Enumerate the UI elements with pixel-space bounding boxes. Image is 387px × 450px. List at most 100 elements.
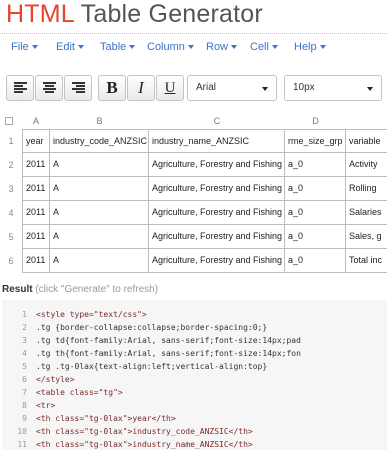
table-row: 3 2011 A Agriculture, Forestry and Fishi… xyxy=(0,177,387,201)
line-number: 11 xyxy=(17,440,27,449)
italic-button[interactable]: I xyxy=(127,75,155,101)
line-number: 4 xyxy=(22,349,27,358)
table-cell[interactable]: a_0 xyxy=(285,249,346,273)
table-cell[interactable]: Agriculture, Forestry and Fishing xyxy=(149,249,285,273)
code-text: .tg th{font-family:Arial, sans-serif;fon… xyxy=(36,349,301,358)
row-number[interactable]: 2 xyxy=(0,153,22,177)
table-cell[interactable]: A xyxy=(50,249,149,273)
menu-row[interactable]: Row xyxy=(206,41,238,53)
table-cell[interactable]: Agriculture, Forestry and Fishing xyxy=(149,201,285,225)
dropdown-arrow-icon xyxy=(262,87,268,91)
table-cell[interactable]: A xyxy=(50,225,149,249)
line-number: 7 xyxy=(22,388,27,397)
table-cell[interactable]: a_0 xyxy=(285,225,346,249)
menu-file-label: File xyxy=(11,41,29,53)
caret-down-icon xyxy=(319,45,326,50)
table-cell[interactable]: 2011 xyxy=(22,153,50,177)
underline-button[interactable]: U xyxy=(156,75,184,101)
bold-button[interactable]: B xyxy=(98,75,126,101)
code-text: .tg td{font-family:Arial, sans-serif;fon… xyxy=(36,336,301,345)
font-family-value: Arial xyxy=(196,82,217,93)
italic-icon: I xyxy=(138,78,144,97)
table-cell[interactable]: variable xyxy=(346,129,387,153)
page-title: HTML Table Generator xyxy=(6,0,263,29)
column-header-b[interactable]: B xyxy=(50,113,149,129)
table-row: 2 2011 A Agriculture, Forestry and Fishi… xyxy=(0,153,387,177)
table-cell[interactable]: A xyxy=(50,201,149,225)
select-all-checkbox[interactable] xyxy=(5,117,13,125)
menu-row-label: Row xyxy=(206,41,229,53)
caret-down-icon xyxy=(129,45,136,50)
row-number[interactable]: 1 xyxy=(0,129,22,153)
table-cell[interactable]: Agriculture, Forestry and Fishing xyxy=(149,153,285,177)
table-cell[interactable]: 2011 xyxy=(22,177,50,201)
table-cell[interactable]: A xyxy=(50,153,149,177)
dropdown-arrow-icon xyxy=(367,87,373,91)
table-cell[interactable]: Agriculture, Forestry and Fishing xyxy=(149,225,285,249)
menu-help[interactable]: Help xyxy=(294,41,326,53)
table-cell[interactable]: Activity xyxy=(346,153,387,177)
code-text: .tg .tg-0lax{text-align:left;vertical-al… xyxy=(36,362,268,371)
menu-help-label: Help xyxy=(294,41,317,53)
code-text: <tr> xyxy=(36,401,56,410)
align-center-button[interactable] xyxy=(35,75,63,101)
menu-column[interactable]: Column xyxy=(147,41,194,53)
row-number[interactable]: 4 xyxy=(0,201,22,225)
menu-file[interactable]: File xyxy=(11,41,38,53)
table-cell[interactable]: Salaries xyxy=(346,201,387,225)
table-row: 4 2011 A Agriculture, Forestry and Fishi… xyxy=(0,201,387,225)
table-cell[interactable]: Total inc xyxy=(346,249,387,273)
table-cell[interactable]: Agriculture, Forestry and Fishing xyxy=(149,177,285,201)
title-rest: Table Generator xyxy=(80,0,263,28)
table-cell[interactable]: A xyxy=(50,177,149,201)
row-number[interactable]: 3 xyxy=(0,177,22,201)
line-number: 1 xyxy=(22,310,27,319)
underline-icon: U xyxy=(164,79,176,96)
table-cell[interactable]: 2011 xyxy=(22,249,50,273)
line-number: 10 xyxy=(17,427,27,436)
align-right-button[interactable] xyxy=(64,75,92,101)
title-divider xyxy=(0,33,387,34)
line-number: 8 xyxy=(22,401,27,410)
column-header-d[interactable]: D xyxy=(285,113,346,129)
caret-down-icon xyxy=(271,45,278,50)
table-cell[interactable]: Rolling xyxy=(346,177,387,201)
menu-table-label: Table xyxy=(100,41,127,53)
table-cell[interactable]: year xyxy=(22,129,50,153)
code-text: <th class="tg-0lax">year</th> xyxy=(36,414,176,423)
table-cell[interactable]: a_0 xyxy=(285,201,346,225)
menu-column-label: Column xyxy=(147,41,185,53)
column-header-c[interactable]: C xyxy=(149,113,285,129)
align-left-button[interactable] xyxy=(6,75,34,101)
code-text: .tg {border-collapse:collapse;border-spa… xyxy=(36,323,268,332)
align-left-icon xyxy=(13,82,27,94)
row-number[interactable]: 6 xyxy=(0,249,22,273)
line-number: 9 xyxy=(22,414,27,423)
table-cell[interactable]: industry_name_ANZSIC xyxy=(149,129,285,153)
font-family-select[interactable]: Arial xyxy=(187,75,277,101)
table-cell[interactable]: rme_size_grp xyxy=(285,129,346,153)
table-cell[interactable]: 2011 xyxy=(22,201,50,225)
result-title: Result xyxy=(2,284,33,295)
menu-cell[interactable]: Cell xyxy=(250,41,278,53)
row-number[interactable]: 5 xyxy=(0,225,22,249)
menu-table[interactable]: Table xyxy=(100,41,136,53)
code-text: <table class="tg"> xyxy=(36,388,123,397)
table-cell[interactable]: industry_code_ANZSIC xyxy=(50,129,149,153)
font-size-select[interactable]: 10px xyxy=(284,75,382,101)
menu-edit[interactable]: Edit xyxy=(56,41,84,53)
caret-down-icon xyxy=(31,45,38,50)
line-number: 5 xyxy=(22,362,27,371)
column-header-a[interactable]: A xyxy=(22,113,50,129)
table-cell[interactable]: 2011 xyxy=(22,225,50,249)
code-text: <th class="tg-0lax">industry_name_ANZSIC… xyxy=(36,440,253,449)
table-cell[interactable]: a_0 xyxy=(285,177,346,201)
table-cell[interactable]: Sales, g xyxy=(346,225,387,249)
line-number: 2 xyxy=(22,323,27,332)
code-output[interactable]: 1 <style type="text/css"> 2 .tg {border-co… xyxy=(2,300,387,450)
title-prefix: HTML xyxy=(6,0,74,28)
menu-edit-label: Edit xyxy=(56,41,75,53)
code-text: <th class="tg-0lax">industry_code_ANZSIC… xyxy=(36,427,253,436)
bold-icon: B xyxy=(106,78,118,97)
table-cell[interactable]: a_0 xyxy=(285,153,346,177)
